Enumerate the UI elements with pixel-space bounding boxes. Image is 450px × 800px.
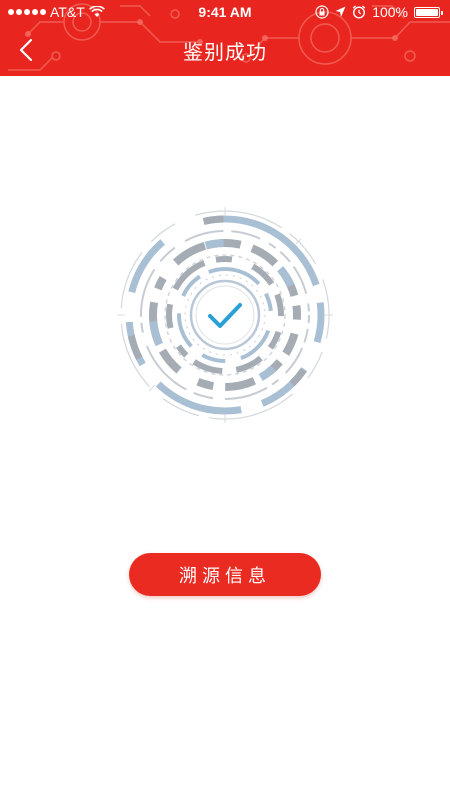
nav-bar: 鉴别成功 (0, 24, 450, 76)
header: AT&T 9:41 AM 100% 鉴别成功 (0, 0, 450, 76)
status-right: 100% (315, 4, 443, 20)
page-title: 鉴别成功 (183, 40, 267, 64)
trace-info-button[interactable]: 溯源信息 (129, 553, 321, 596)
screen: AT&T 9:41 AM 100% 鉴别成功 溯源信息 (0, 0, 450, 800)
battery-percent: 100% (372, 4, 408, 20)
verification-success-graphic (117, 207, 333, 423)
lock-rotation-icon (315, 5, 329, 19)
status-bar: AT&T 9:41 AM 100% (0, 0, 450, 24)
alarm-icon (352, 5, 366, 19)
battery-level (416, 8, 438, 16)
location-icon (335, 6, 346, 17)
battery-icon (414, 6, 443, 18)
